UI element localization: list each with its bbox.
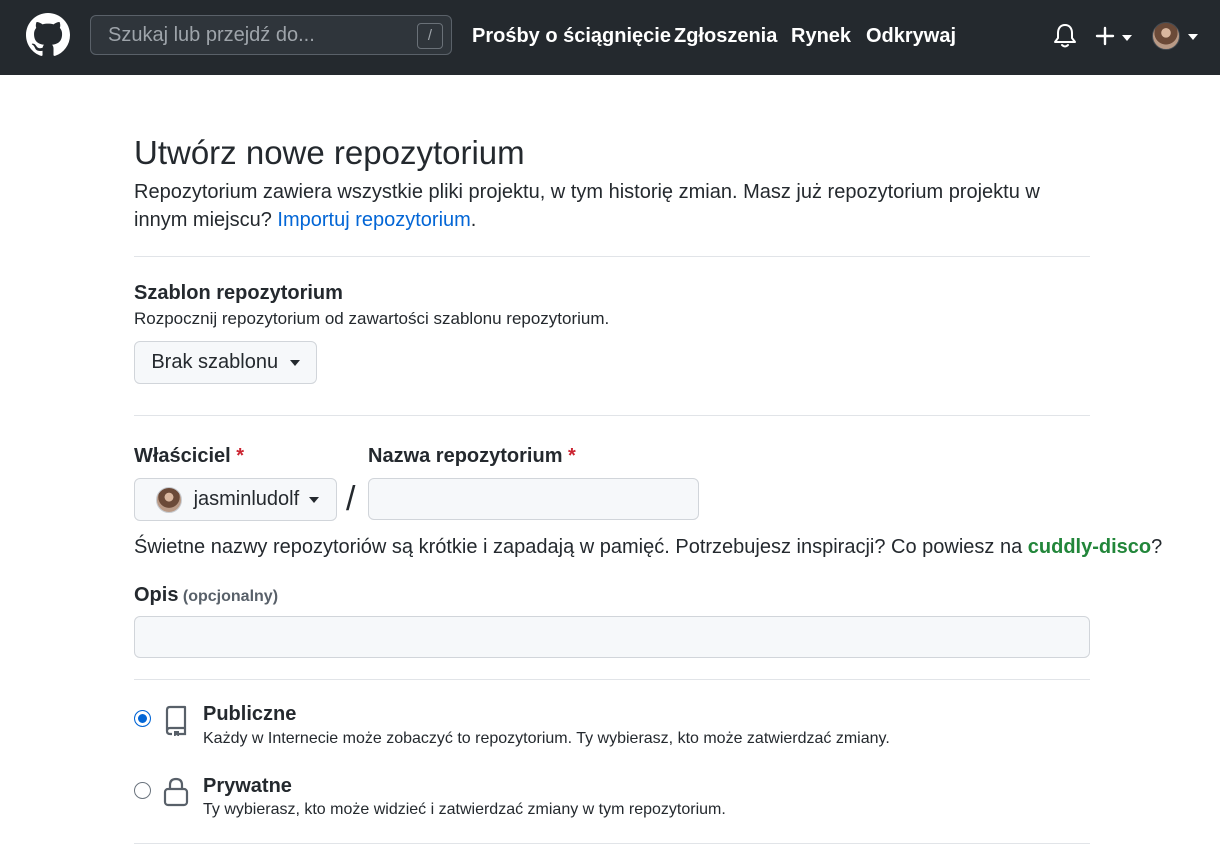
chevron-down-icon bbox=[308, 496, 319, 503]
repo-name-hint: Świetne nazwy repozytoriów są krótkie i … bbox=[134, 536, 1162, 559]
suggested-name-link[interactable]: cuddly-disco bbox=[1028, 536, 1151, 558]
public-description: Każdy w Internecie może zobaczyć to repo… bbox=[203, 730, 890, 747]
private-description: Ty wybierasz, kto może widzieć i zatwier… bbox=[203, 801, 726, 818]
page-title: Utwórz nowe repozytorium bbox=[134, 134, 525, 171]
required-mark: * bbox=[568, 445, 576, 467]
template-label: Szablon repozytorium bbox=[134, 282, 343, 304]
intro-end: . bbox=[470, 209, 477, 231]
search-box: / bbox=[90, 15, 452, 55]
github-logo-icon[interactable] bbox=[26, 13, 70, 57]
owner-select-button[interactable]: jasminludolf bbox=[134, 478, 337, 521]
owner-label-text: Właściciel bbox=[134, 445, 231, 467]
public-title: Publiczne bbox=[203, 703, 297, 725]
lock-icon bbox=[163, 777, 189, 807]
optional-label: (opcjonalny) bbox=[182, 588, 279, 605]
divider bbox=[134, 256, 1090, 257]
repo-icon bbox=[165, 705, 187, 736]
repo-name-input[interactable] bbox=[368, 478, 699, 520]
notifications-bell-icon[interactable] bbox=[1052, 22, 1078, 50]
create-new-menu[interactable] bbox=[1095, 23, 1135, 49]
chevron-down-icon bbox=[1122, 35, 1132, 41]
hint-text: Świetne nazwy repozytoriów są krótkie i … bbox=[134, 536, 1023, 558]
nav-explore[interactable]: Odkrywaj bbox=[866, 24, 956, 48]
description-input[interactable] bbox=[134, 616, 1090, 658]
private-title: Prywatne bbox=[203, 775, 292, 797]
nav-marketplace[interactable]: Rynek bbox=[791, 24, 851, 48]
hint-end: ? bbox=[1151, 536, 1163, 558]
repo-name-label: Nazwa repozytorium * bbox=[368, 445, 576, 468]
template-description: Rozpocznij repozytorium od zawartości sz… bbox=[134, 309, 610, 328]
nav-pull-requests[interactable]: Prośby o ściągnięcie bbox=[472, 24, 671, 48]
description-label-text: Opis bbox=[134, 584, 179, 606]
chevron-down-icon bbox=[1188, 34, 1198, 40]
page-intro: Repozytorium zawiera wszystkie pliki pro… bbox=[134, 178, 1064, 234]
nav-issues[interactable]: Zgłoszenia bbox=[674, 24, 777, 48]
divider bbox=[134, 843, 1090, 844]
avatar bbox=[1152, 22, 1180, 50]
repo-name-label-text: Nazwa repozytorium bbox=[368, 445, 563, 467]
plus-icon bbox=[1095, 26, 1115, 46]
top-navbar: / Prośby o ściągnięcie Zgłoszenia Rynek … bbox=[0, 0, 1220, 75]
chevron-down-icon bbox=[289, 359, 300, 366]
template-select-button[interactable]: Brak szablonu bbox=[134, 341, 317, 384]
avatar bbox=[156, 486, 182, 513]
intro-text: Repozytorium zawiera wszystkie pliki pro… bbox=[134, 181, 1040, 231]
divider bbox=[134, 679, 1090, 680]
search-shortcut-key: / bbox=[417, 23, 443, 49]
required-mark: * bbox=[236, 445, 245, 467]
search-input[interactable] bbox=[91, 16, 451, 54]
divider bbox=[134, 415, 1090, 416]
template-selected: Brak szablonu bbox=[151, 351, 279, 373]
owner-repo-separator: / bbox=[346, 480, 356, 518]
user-menu[interactable] bbox=[1152, 22, 1200, 50]
owner-label: Właściciel * bbox=[134, 445, 244, 468]
import-repository-link[interactable]: Importuj repozytorium bbox=[277, 209, 470, 231]
owner-name: jasminludolf bbox=[193, 488, 300, 510]
description-label: Opis (opcjonalny) bbox=[134, 584, 278, 607]
private-radio[interactable] bbox=[134, 782, 151, 799]
public-radio[interactable] bbox=[134, 710, 151, 727]
